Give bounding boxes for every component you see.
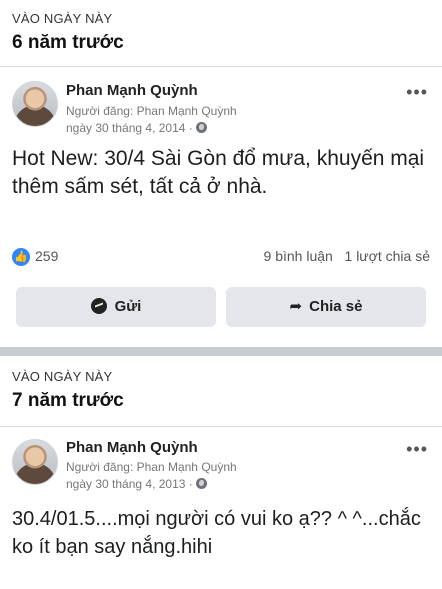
post-text: Hot New: 30/4 Sài Gòn đổ mưa, khuyến mại… <box>12 147 425 198</box>
share-label: Chia sẻ <box>309 298 363 315</box>
memory-card-2: VÀO NGÀY NÀY 7 năm trước Phan Mạnh Quỳnh… <box>0 356 442 561</box>
share-arrow-icon: ➦ <box>289 298 303 315</box>
more-options-icon[interactable]: ••• <box>406 440 428 458</box>
post-author[interactable]: Phan Mạnh Quỳnh <box>66 439 198 456</box>
post-date[interactable]: ngày 30 tháng 4, 2014 · <box>66 121 207 135</box>
like-count[interactable]: 259 <box>35 248 58 264</box>
send-button[interactable]: Gửi <box>16 287 216 327</box>
comments-shares: 9 bình luận 1 lượt chia sẻ <box>264 248 430 264</box>
comment-count[interactable]: 9 bình luận <box>264 248 333 264</box>
avatar[interactable] <box>12 81 58 127</box>
avatar[interactable] <box>12 439 58 485</box>
send-label: Gửi <box>114 298 142 315</box>
post-date-text: ngày 30 tháng 4, 2014 · <box>66 121 193 135</box>
post-text: 30.4/01.5....mọi người có vui ko ạ?? ^ ^… <box>12 508 421 558</box>
post-header: Phan Mạnh Quỳnh Người đăng: Phan Mạnh Qu… <box>0 67 442 145</box>
action-bar: Gửi ➦ Chia sẻ <box>0 287 442 327</box>
share-count[interactable]: 1 lượt chia sẻ <box>345 248 430 264</box>
memory-kicker: VÀO NGÀY NÀY <box>12 369 113 384</box>
thumbs-up-icon: 👍 <box>12 248 30 266</box>
memory-title: 7 năm trước <box>12 390 124 411</box>
memory-title: 6 năm trước <box>12 32 124 53</box>
posted-by: Người đăng: Phan Mạnh Quỳnh <box>66 104 237 118</box>
memory-card-1: VÀO NGÀY NÀY 6 năm trước Phan Mạnh Quỳnh… <box>0 0 442 327</box>
memory-kicker: VÀO NGÀY NÀY <box>12 11 113 26</box>
messenger-icon <box>90 298 107 314</box>
globe-icon <box>195 478 207 489</box>
section-divider <box>0 347 442 356</box>
more-options-icon[interactable]: ••• <box>406 83 428 101</box>
share-button[interactable]: ➦ Chia sẻ <box>226 287 426 327</box>
memory-header: VÀO NGÀY NÀY 7 năm trước <box>0 356 442 412</box>
posted-by: Người đăng: Phan Mạnh Quỳnh <box>66 460 237 474</box>
globe-icon <box>195 122 207 133</box>
post-author[interactable]: Phan Mạnh Quỳnh <box>66 82 198 99</box>
post-date[interactable]: ngày 30 tháng 4, 2013 · <box>66 477 207 491</box>
memory-header: VÀO NGÀY NÀY 6 năm trước <box>0 0 442 54</box>
post-header: Phan Mạnh Quỳnh Người đăng: Phan Mạnh Qu… <box>0 427 442 493</box>
post-date-text: ngày 30 tháng 4, 2013 · <box>66 477 193 491</box>
post-stats: 👍 259 9 bình luận 1 lượt chia sẻ <box>0 245 442 275</box>
